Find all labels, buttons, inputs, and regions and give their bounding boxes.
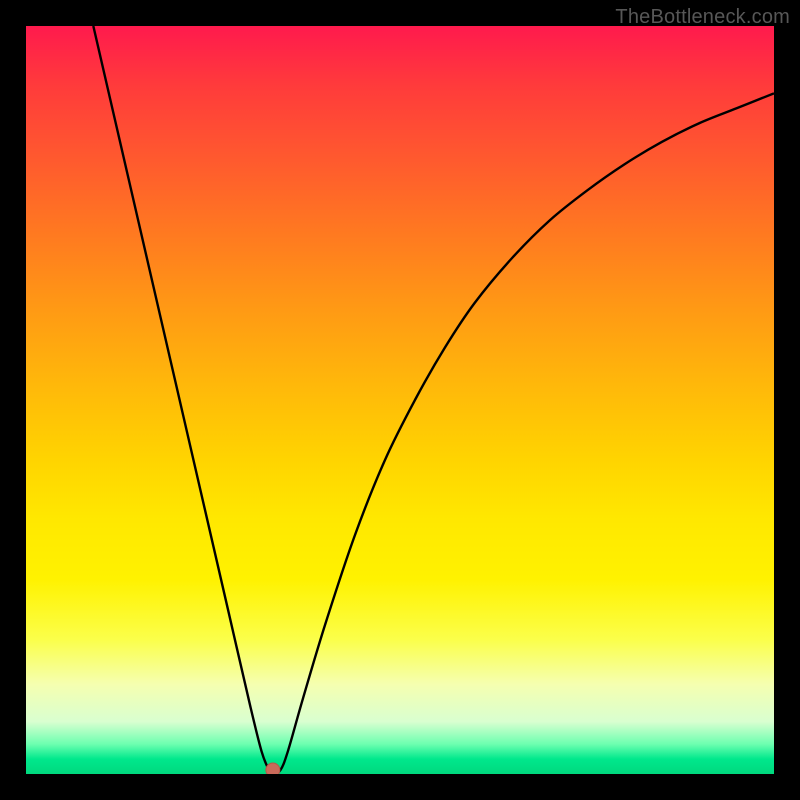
curve-path xyxy=(93,26,774,774)
chart-svg xyxy=(26,26,774,774)
minimum-marker xyxy=(266,763,280,774)
watermark-text: TheBottleneck.com xyxy=(615,6,790,29)
bottleneck-curve xyxy=(93,26,774,774)
chart-canvas xyxy=(26,26,774,774)
